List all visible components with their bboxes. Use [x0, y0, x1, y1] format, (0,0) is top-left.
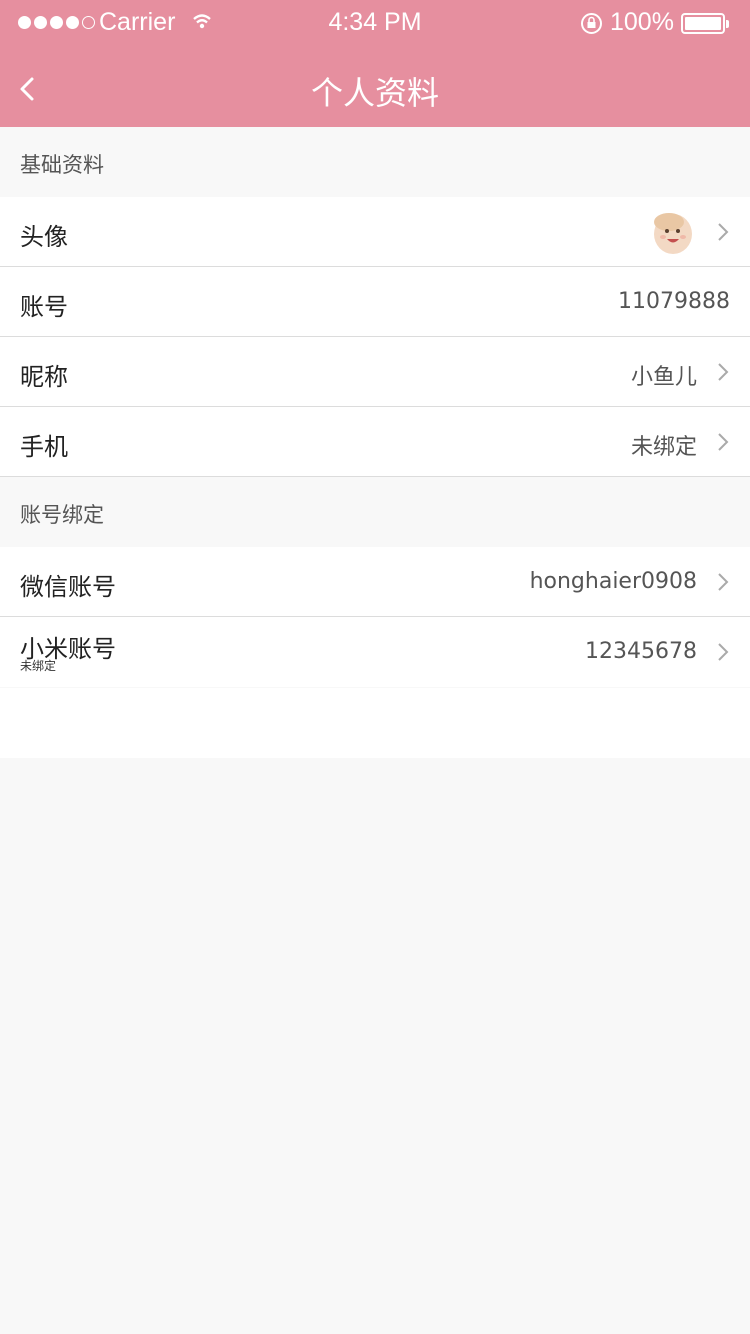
row-value: 未绑定	[630, 435, 697, 460]
row-value: 小鱼儿	[630, 365, 697, 390]
navigation-bar: 个人资料	[0, 46, 750, 127]
row-sublabel: 未绑定	[20, 659, 57, 673]
page-title: 个人资料	[310, 74, 439, 112]
header: Carrier 4:34 PM 100% 个人资料	[0, 0, 750, 127]
row-value: 12345678	[585, 639, 697, 664]
row-label: 账号	[20, 293, 68, 321]
row-xiaomi[interactable]: 小米账号 未绑定 12345678	[0, 617, 750, 687]
row-label: 微信账号	[20, 573, 116, 601]
rotation-lock-icon	[581, 13, 602, 34]
section-title: 基础资料	[20, 153, 104, 177]
row-account: 账号 11079888	[0, 267, 750, 337]
chevron-right-icon	[718, 643, 729, 661]
chevron-right-icon	[718, 363, 729, 381]
row-wechat[interactable]: 微信账号 honghaier0908	[0, 547, 750, 617]
baby-avatar-icon	[645, 206, 697, 258]
battery-icon	[681, 13, 729, 34]
row-avatar[interactable]: 头像	[0, 197, 750, 267]
status-bar: Carrier 4:34 PM 100%	[0, 0, 750, 46]
chevron-right-icon	[718, 573, 729, 591]
row-label: 手机	[20, 433, 68, 461]
avatar	[645, 206, 697, 258]
section-header-basic: 基础资料	[0, 127, 750, 197]
section-header-binding: 账号绑定	[0, 477, 750, 547]
row-value: honghaier0908	[529, 569, 697, 594]
chevron-right-icon	[718, 433, 729, 451]
chevron-right-icon	[718, 223, 729, 241]
section-title: 账号绑定	[20, 503, 104, 527]
row-nickname[interactable]: 昵称 小鱼儿	[0, 337, 750, 407]
list-bottom-padding	[0, 688, 750, 758]
row-label: 昵称	[20, 363, 68, 391]
row-label: 头像	[20, 223, 68, 251]
row-value: 11079888	[618, 289, 730, 314]
battery-percent: 100%	[610, 8, 674, 36]
row-phone[interactable]: 手机 未绑定	[0, 407, 750, 477]
